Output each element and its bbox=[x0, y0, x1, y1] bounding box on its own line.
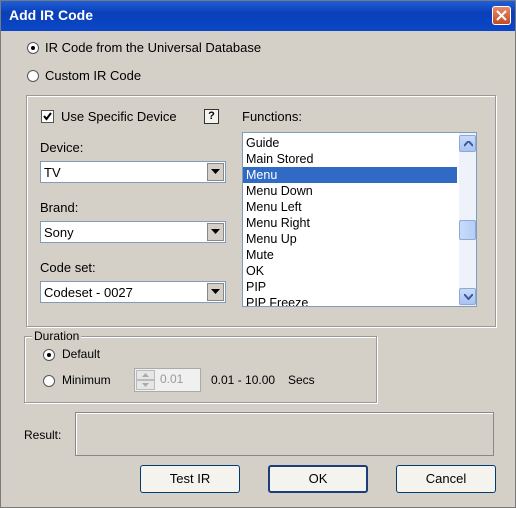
chevron-up-icon bbox=[464, 141, 473, 147]
codeset-label: Code set: bbox=[40, 260, 96, 275]
duration-unit: Secs bbox=[288, 373, 315, 387]
duration-group-label: Duration bbox=[32, 329, 82, 343]
result-label: Result: bbox=[24, 428, 62, 442]
function-list-item[interactable]: Menu bbox=[243, 167, 457, 183]
result-field bbox=[75, 412, 494, 456]
device-dropdown-arrow[interactable] bbox=[207, 163, 224, 181]
spinner-down-button[interactable] bbox=[136, 380, 155, 390]
function-list-item[interactable]: Mute bbox=[243, 247, 457, 263]
universal-database-radio[interactable] bbox=[27, 42, 39, 54]
chevron-down-icon bbox=[211, 289, 220, 294]
functions-listbox[interactable]: Guide Main Stored Menu Menu Down Menu Left Me… bbox=[242, 132, 477, 307]
chevron-down-icon bbox=[211, 169, 220, 174]
custom-ir-code-label: Custom IR Code bbox=[45, 68, 142, 83]
duration-default-label: Default bbox=[62, 347, 101, 361]
chevron-down-icon bbox=[464, 294, 473, 300]
cancel-button[interactable]: Cancel bbox=[396, 465, 496, 493]
device-label: Device: bbox=[40, 140, 84, 155]
brand-dropdown[interactable]: Sony bbox=[40, 221, 226, 243]
custom-ir-code-radio[interactable] bbox=[27, 70, 39, 82]
function-list-item[interactable]: PIP Freeze bbox=[243, 295, 457, 306]
chevron-down-icon bbox=[211, 229, 220, 234]
duration-minimum-label: Minimum bbox=[62, 373, 111, 387]
function-list-item[interactable]: Menu Left bbox=[243, 199, 457, 215]
function-list-item[interactable]: Menu Down bbox=[243, 183, 457, 199]
functions-label: Functions: bbox=[242, 109, 302, 124]
function-list-item[interactable]: PIP bbox=[243, 279, 457, 295]
brand-value: Sony bbox=[44, 225, 74, 240]
add-ir-code-dialog: Add IR Code IR Code from the Universal D… bbox=[0, 0, 516, 508]
spinner-up-button[interactable] bbox=[136, 370, 155, 380]
duration-minimum-radio[interactable] bbox=[43, 375, 55, 387]
function-list-item[interactable]: Main Stored bbox=[243, 151, 457, 167]
function-list-item[interactable]: Menu Right bbox=[243, 215, 457, 231]
close-icon bbox=[496, 10, 507, 21]
help-button[interactable]: ? bbox=[204, 109, 219, 124]
ok-button[interactable]: OK bbox=[268, 465, 368, 493]
universal-database-label: IR Code from the Universal Database bbox=[45, 40, 262, 55]
device-dropdown[interactable]: TV bbox=[40, 161, 226, 183]
codeset-value: Codeset - 0027 bbox=[44, 285, 133, 300]
brand-dropdown-arrow[interactable] bbox=[207, 223, 224, 241]
close-button[interactable] bbox=[492, 6, 511, 25]
duration-default-radio[interactable] bbox=[43, 349, 55, 361]
function-list-item[interactable]: Guide bbox=[243, 135, 457, 151]
function-list-item[interactable]: Menu Up bbox=[243, 231, 457, 247]
function-list-item[interactable]: OK bbox=[243, 263, 457, 279]
scroll-thumb[interactable] bbox=[459, 220, 476, 240]
brand-label: Brand: bbox=[40, 200, 79, 215]
codeset-dropdown[interactable]: Codeset - 0027 bbox=[40, 281, 226, 303]
minimum-duration-value: 0.01 bbox=[160, 372, 184, 386]
test-ir-button[interactable]: Test IR bbox=[140, 465, 240, 493]
title-bar: Add IR Code bbox=[1, 1, 515, 31]
spin-up-icon bbox=[142, 373, 149, 377]
window-title: Add IR Code bbox=[9, 7, 93, 23]
device-value: TV bbox=[44, 165, 61, 180]
codeset-dropdown-arrow[interactable] bbox=[207, 283, 224, 301]
scroll-down-button[interactable] bbox=[459, 288, 476, 305]
use-specific-device-label: Use Specific Device bbox=[61, 109, 177, 124]
duration-range-text: 0.01 - 10.00 bbox=[211, 373, 276, 387]
scroll-up-button[interactable] bbox=[459, 135, 476, 152]
use-specific-device-checkbox[interactable] bbox=[41, 110, 54, 123]
checkmark-icon bbox=[43, 112, 52, 121]
spin-down-icon bbox=[142, 383, 149, 387]
minimum-duration-spinner[interactable]: 0.01 bbox=[134, 368, 201, 392]
functions-scrollbar[interactable] bbox=[459, 133, 476, 306]
